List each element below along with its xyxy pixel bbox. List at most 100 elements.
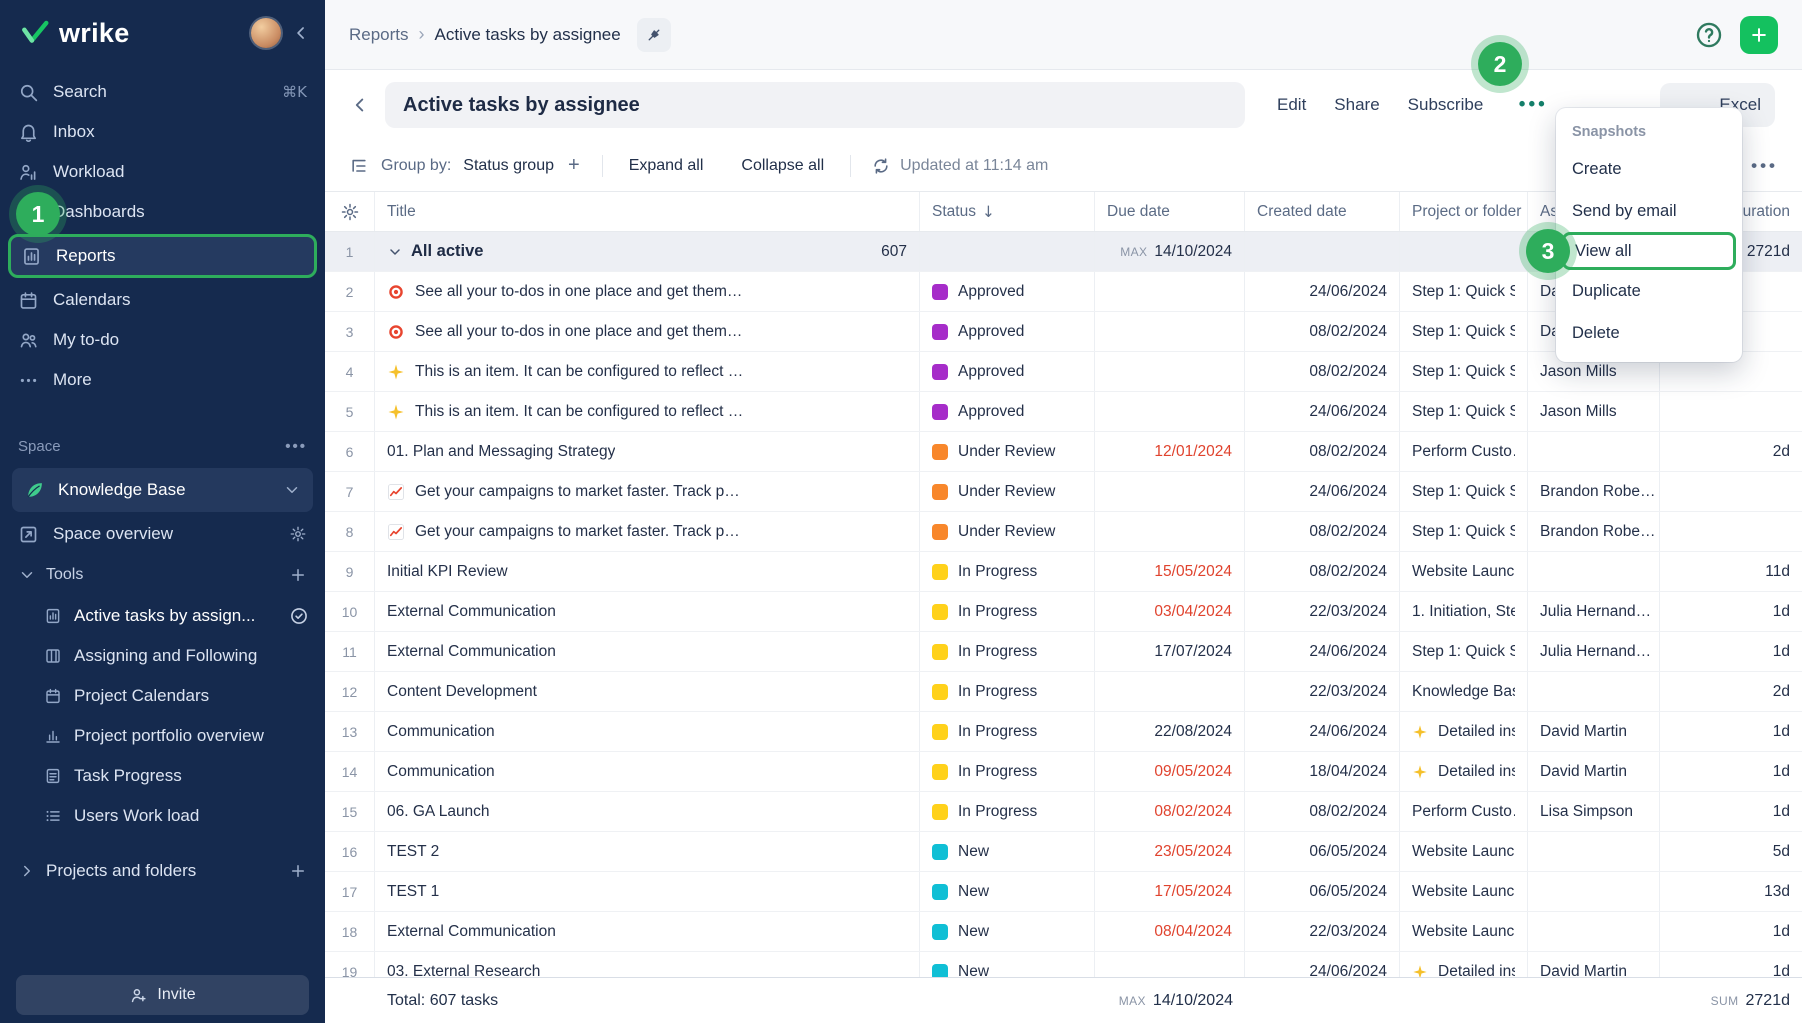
table-row[interactable]: 18 External Communication New 08/04/2024…	[325, 912, 1802, 952]
table-row[interactable]: 7 Get your campaigns to market faster. T…	[325, 472, 1802, 512]
project-cell[interactable]: Website Launch	[1400, 872, 1528, 911]
task-title-cell[interactable]: External Communication	[375, 592, 920, 631]
status-cell[interactable]: Approved	[920, 392, 1095, 431]
due-date-cell[interactable]: 08/04/2024	[1095, 912, 1245, 951]
sidebar-item-inbox[interactable]: Inbox	[0, 112, 325, 152]
project-cell[interactable]: Perform Custo…	[1400, 432, 1528, 471]
status-cell[interactable]: New	[920, 952, 1095, 977]
task-title-cell[interactable]: Communication	[375, 752, 920, 791]
assignee-cell[interactable]	[1528, 672, 1660, 711]
project-cell[interactable]: Step 1: Quick S…	[1400, 472, 1528, 511]
task-title-cell[interactable]: External Communication	[375, 632, 920, 671]
due-date-cell[interactable]: 03/04/2024	[1095, 592, 1245, 631]
sidebar-tool-task-progress[interactable]: Task Progress	[0, 756, 325, 796]
menu-item-duplicate[interactable]: Duplicate	[1556, 270, 1742, 312]
task-title-cell[interactable]: 01. Plan and Messaging Strategy	[375, 432, 920, 471]
task-title-cell[interactable]: 06. GA Launch	[375, 792, 920, 831]
assignee-cell[interactable]: Brandon Robe…	[1528, 472, 1660, 511]
assignee-cell[interactable]: Brandon Robe…	[1528, 512, 1660, 551]
task-title-cell[interactable]: This is an item. It can be configured to…	[375, 352, 920, 391]
sidebar-item-search[interactable]: Search ⌘K	[0, 72, 325, 112]
add-button[interactable]	[1740, 16, 1778, 54]
assignee-cell[interactable]: Julia Hernand…	[1528, 632, 1660, 671]
column-header-created-date[interactable]: Created date	[1245, 192, 1400, 231]
status-cell[interactable]: In Progress	[920, 792, 1095, 831]
table-row[interactable]: 5 This is an item. It can be configured …	[325, 392, 1802, 432]
task-title-cell[interactable]: Get your campaigns to market faster. Tra…	[375, 472, 920, 511]
tools-section-header[interactable]: Tools	[0, 554, 325, 596]
sidebar-tool-active-tasks[interactable]: Active tasks by assign...	[0, 596, 325, 636]
assignee-cell[interactable]: David Martin	[1528, 952, 1660, 977]
table-row[interactable]: 15 06. GA Launch In Progress 08/02/2024 …	[325, 792, 1802, 832]
project-cell[interactable]: Knowledge Bas…	[1400, 672, 1528, 711]
task-title-cell[interactable]: TEST 1	[375, 872, 920, 911]
assignee-cell[interactable]: David Martin	[1528, 712, 1660, 751]
sidebar-tool-portfolio[interactable]: Project portfolio overview	[0, 716, 325, 756]
project-cell[interactable]: Step 1: Quick S…	[1400, 272, 1528, 311]
task-title-cell[interactable]: Get your campaigns to market faster. Tra…	[375, 512, 920, 551]
more-menu-button[interactable]: •••	[1511, 89, 1555, 121]
due-date-cell[interactable]: 22/08/2024	[1095, 712, 1245, 751]
task-title-cell[interactable]: See all your to-dos in one place and get…	[375, 312, 920, 351]
status-cell[interactable]: New	[920, 912, 1095, 951]
sidebar-item-space-overview[interactable]: Space overview	[0, 514, 325, 554]
back-icon[interactable]	[349, 94, 371, 116]
sidebar-tool-assigning[interactable]: Assigning and Following	[0, 636, 325, 676]
report-title-input[interactable]: Active tasks by assignee	[385, 82, 1245, 128]
menu-item-create[interactable]: Create	[1556, 148, 1742, 190]
task-title-cell[interactable]: External Communication	[375, 912, 920, 951]
due-date-cell[interactable]	[1095, 272, 1245, 311]
column-header-title[interactable]: Title	[375, 192, 920, 231]
project-cell[interactable]: Detailed ins…	[1400, 752, 1528, 791]
status-cell[interactable]: In Progress	[920, 672, 1095, 711]
sidebar-item-calendars[interactable]: Calendars	[0, 280, 325, 320]
due-date-cell[interactable]: 09/05/2024	[1095, 752, 1245, 791]
plus-icon[interactable]	[289, 862, 307, 880]
table-row[interactable]: 11 External Communication In Progress 17…	[325, 632, 1802, 672]
due-date-cell[interactable]	[1095, 312, 1245, 351]
project-cell[interactable]: Step 1: Quick S…	[1400, 352, 1528, 391]
due-date-cell[interactable]	[1095, 672, 1245, 711]
status-cell[interactable]: In Progress	[920, 592, 1095, 631]
project-cell[interactable]: Step 1: Quick S…	[1400, 512, 1528, 551]
table-row[interactable]: 19 03. External Research New 24/06/2024	[325, 952, 1802, 977]
collapse-all-button[interactable]: Collapse all	[735, 156, 830, 176]
collapse-group-icon[interactable]	[387, 244, 403, 260]
project-cell[interactable]: Step 1: Quick S…	[1400, 312, 1528, 351]
sidebar-tool-project-calendars[interactable]: Project Calendars	[0, 676, 325, 716]
sidebar-item-workload[interactable]: Workload	[0, 152, 325, 192]
task-title-cell[interactable]: See all your to-dos in one place and get…	[375, 272, 920, 311]
add-group-by-button[interactable]: +	[566, 154, 582, 177]
project-cell[interactable]: Detailed ins…	[1400, 952, 1528, 977]
wrike-logo[interactable]: wrike	[20, 18, 130, 49]
column-header-status[interactable]: Status↓	[920, 192, 1095, 231]
due-date-cell[interactable]: 17/07/2024	[1095, 632, 1245, 671]
assignee-cell[interactable]	[1528, 552, 1660, 591]
menu-item-send-by-email[interactable]: Send by email	[1556, 190, 1742, 232]
status-cell[interactable]: Under Review	[920, 512, 1095, 551]
table-row[interactable]: 14 Communication In Progress 09/05/2024 …	[325, 752, 1802, 792]
status-cell[interactable]: Under Review	[920, 472, 1095, 511]
project-cell[interactable]: Step 1: Quick S…	[1400, 632, 1528, 671]
status-cell[interactable]: New	[920, 872, 1095, 911]
table-row[interactable]: 16 TEST 2 New 23/05/2024 06/05/2024	[325, 832, 1802, 872]
status-cell[interactable]: Approved	[920, 272, 1095, 311]
status-cell[interactable]: In Progress	[920, 752, 1095, 791]
table-row[interactable]: 8 Get your campaigns to market faster. T…	[325, 512, 1802, 552]
task-title-cell[interactable]: Initial KPI Review	[375, 552, 920, 591]
plus-icon[interactable]	[289, 566, 307, 584]
table-row[interactable]: 12 Content Development In Progress 22/03…	[325, 672, 1802, 712]
assignee-cell[interactable]	[1528, 832, 1660, 871]
task-title-cell[interactable]: 03. External Research	[375, 952, 920, 977]
group-by-value[interactable]: Status group	[463, 157, 554, 175]
assignee-cell[interactable]	[1528, 872, 1660, 911]
assignee-cell[interactable]: Jason Mills	[1528, 392, 1660, 431]
due-date-cell[interactable]: 17/05/2024	[1095, 872, 1245, 911]
avatar[interactable]	[251, 18, 281, 48]
table-row[interactable]: 17 TEST 1 New 17/05/2024 06/05/2024	[325, 872, 1802, 912]
breadcrumb-parent[interactable]: Reports	[349, 25, 409, 45]
refresh-icon[interactable]	[871, 156, 891, 176]
status-cell[interactable]: In Progress	[920, 712, 1095, 751]
menu-item-delete[interactable]: Delete	[1556, 312, 1742, 354]
task-title-cell[interactable]: This is an item. It can be configured to…	[375, 392, 920, 431]
